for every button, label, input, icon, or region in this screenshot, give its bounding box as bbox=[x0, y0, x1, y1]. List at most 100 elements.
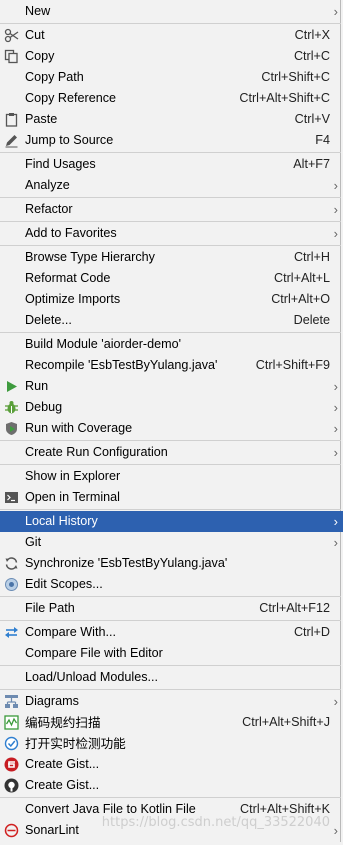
menu-item-label: SonarLint bbox=[25, 823, 79, 837]
menu-item-create-gist-gitee[interactable]: Create Gist... bbox=[0, 754, 341, 775]
menu-item-realtime-check[interactable]: 打开实时检测功能 bbox=[0, 733, 341, 754]
realtime-check-icon bbox=[4, 736, 19, 751]
menu-item-label: Show in Explorer bbox=[25, 469, 121, 483]
shortcut-label: Ctrl+X bbox=[294, 28, 330, 42]
debug-icon bbox=[4, 400, 19, 415]
separator bbox=[0, 440, 341, 441]
menu-item-label: Paste bbox=[25, 112, 58, 126]
menu-item-label: Create Gist... bbox=[25, 778, 100, 792]
menu-item-label: Debug bbox=[25, 400, 63, 414]
menu-item-copy[interactable]: Copy Ctrl+C bbox=[0, 46, 341, 67]
menu-item-new[interactable]: New › bbox=[0, 1, 341, 22]
shortcut-label: Ctrl+Shift+F9 bbox=[255, 358, 330, 372]
menu-item-find-usages[interactable]: Find Usages Alt+F7 bbox=[0, 154, 341, 175]
menu-item-label: Compare With... bbox=[25, 625, 116, 639]
separator bbox=[0, 620, 341, 621]
menu-item-file-path[interactable]: File Path Ctrl+Alt+F12 bbox=[0, 598, 341, 619]
menu-item-diagrams[interactable]: Diagrams › bbox=[0, 691, 341, 712]
menu-item-git[interactable]: Git › bbox=[0, 532, 341, 553]
menu-item-label: Convert Java File to Kotlin File bbox=[25, 802, 196, 816]
menu-item-cut[interactable]: Cut Ctrl+X bbox=[0, 25, 341, 46]
separator bbox=[0, 509, 341, 510]
shortcut-label: Ctrl+Alt+Shift+C bbox=[239, 91, 330, 105]
separator bbox=[0, 221, 341, 222]
menu-item-refactor[interactable]: Refactor › bbox=[0, 199, 341, 220]
shortcut-label: Ctrl+H bbox=[293, 250, 330, 264]
menu-item-convert-to-kotlin[interactable]: Convert Java File to Kotlin File Ctrl+Al… bbox=[0, 799, 341, 820]
pencil-icon bbox=[4, 133, 19, 148]
menu-item-open-in-terminal[interactable]: Open in Terminal bbox=[0, 487, 341, 508]
menu-item-label: Browse Type Hierarchy bbox=[25, 250, 155, 264]
menu-item-local-history[interactable]: Local History › bbox=[0, 511, 341, 532]
menu-item-label: Open in Terminal bbox=[25, 490, 120, 504]
shortcut-label: Ctrl+V bbox=[294, 112, 330, 126]
shortcut-label: F4 bbox=[315, 133, 330, 147]
menu-item-label: Run with Coverage bbox=[25, 421, 133, 435]
menu-item-jump-to-source[interactable]: Jump to Source F4 bbox=[0, 130, 341, 151]
scopes-icon bbox=[4, 577, 19, 592]
shortcut-label: Ctrl+Alt+F12 bbox=[259, 601, 330, 615]
menu-item-copy-reference[interactable]: Copy Reference Ctrl+Alt+Shift+C bbox=[0, 88, 341, 109]
menu-item-debug[interactable]: Debug › bbox=[0, 397, 341, 418]
shortcut-label: Ctrl+Alt+Shift+J bbox=[242, 715, 330, 729]
menu-item-copy-path[interactable]: Copy Path Ctrl+Shift+C bbox=[0, 67, 341, 88]
menu-item-delete[interactable]: Delete... Delete bbox=[0, 310, 341, 331]
menu-item-create-gist-github[interactable]: Create Gist... bbox=[0, 775, 341, 796]
run-icon bbox=[4, 379, 19, 394]
menu-item-compare-file-with-editor[interactable]: Compare File with Editor bbox=[0, 643, 341, 664]
shortcut-label: Ctrl+Alt+Shift+K bbox=[240, 802, 330, 816]
menu-item-optimize-imports[interactable]: Optimize Imports Ctrl+Alt+O bbox=[0, 289, 341, 310]
submenu-arrow-icon: › bbox=[333, 694, 338, 709]
submenu-arrow-icon: › bbox=[333, 421, 338, 436]
submenu-arrow-icon: › bbox=[333, 226, 338, 241]
copy-icon bbox=[4, 49, 19, 64]
menu-item-code-scan[interactable]: 编码规约扫描 Ctrl+Alt+Shift+J bbox=[0, 712, 341, 733]
diagrams-icon bbox=[4, 694, 19, 709]
github-icon bbox=[4, 778, 19, 793]
menu-item-run-with-coverage[interactable]: Run with Coverage › bbox=[0, 418, 341, 439]
menu-item-edit-scopes[interactable]: Edit Scopes... bbox=[0, 574, 341, 595]
menu-item-label: Run bbox=[25, 379, 49, 393]
separator bbox=[0, 245, 341, 246]
menu-item-build-module[interactable]: Build Module 'aiorder-demo' bbox=[0, 334, 341, 355]
menu-item-add-to-favorites[interactable]: Add to Favorites › bbox=[0, 223, 341, 244]
menu-item-label: Delete... bbox=[25, 313, 72, 327]
menu-item-reformat-code[interactable]: Reformat Code Ctrl+Alt+L bbox=[0, 268, 341, 289]
selection-edge-marker bbox=[339, 511, 343, 532]
submenu-arrow-icon: › bbox=[333, 400, 338, 415]
menu-item-label: Local History bbox=[25, 514, 98, 528]
sonarlint-icon bbox=[4, 823, 19, 838]
menu-item-show-in-explorer[interactable]: Show in Explorer bbox=[0, 466, 341, 487]
menu-item-compare-with[interactable]: Compare With... Ctrl+D bbox=[0, 622, 341, 643]
menu-item-sonarlint[interactable]: SonarLint › bbox=[0, 820, 341, 841]
menu-item-label: Create Run Configuration bbox=[25, 445, 168, 459]
scissors-icon bbox=[4, 28, 19, 43]
shortcut-label: Ctrl+D bbox=[293, 625, 330, 639]
menu-item-label: Optimize Imports bbox=[25, 292, 121, 306]
menu-item-analyze[interactable]: Analyze › bbox=[0, 175, 341, 196]
submenu-arrow-icon: › bbox=[333, 535, 338, 550]
menu-item-load-unload-modules[interactable]: Load/Unload Modules... bbox=[0, 667, 341, 688]
separator bbox=[0, 665, 341, 666]
separator bbox=[0, 332, 341, 333]
separator bbox=[0, 23, 341, 24]
menu-item-run[interactable]: Run › bbox=[0, 376, 341, 397]
menu-item-label: File Path bbox=[25, 601, 75, 615]
menu-item-label: 编码规约扫描 bbox=[25, 715, 101, 730]
menu-item-label: Copy Reference bbox=[25, 91, 117, 105]
menu-item-create-run-configuration[interactable]: Create Run Configuration › bbox=[0, 442, 341, 463]
shortcut-label: Alt+F7 bbox=[293, 157, 330, 171]
shortcut-label: Ctrl+Alt+O bbox=[271, 292, 330, 306]
menu-item-paste[interactable]: Paste Ctrl+V bbox=[0, 109, 341, 130]
menu-item-synchronize[interactable]: Synchronize 'EsbTestByYulang.java' bbox=[0, 553, 341, 574]
separator bbox=[0, 197, 341, 198]
menu-item-label: Find Usages bbox=[25, 157, 96, 171]
menu-item-label: Jump to Source bbox=[25, 133, 114, 147]
menu-item-recompile[interactable]: Recompile 'EsbTestByYulang.java' Ctrl+Sh… bbox=[0, 355, 341, 376]
menu-item-label: Edit Scopes... bbox=[25, 577, 103, 591]
menu-item-label: Git bbox=[25, 535, 42, 549]
scan-icon bbox=[4, 715, 19, 730]
menu-item-label: Build Module 'aiorder-demo' bbox=[25, 337, 182, 351]
menu-item-browse-type-hierarchy[interactable]: Browse Type Hierarchy Ctrl+H bbox=[0, 247, 341, 268]
sync-icon bbox=[4, 556, 19, 571]
